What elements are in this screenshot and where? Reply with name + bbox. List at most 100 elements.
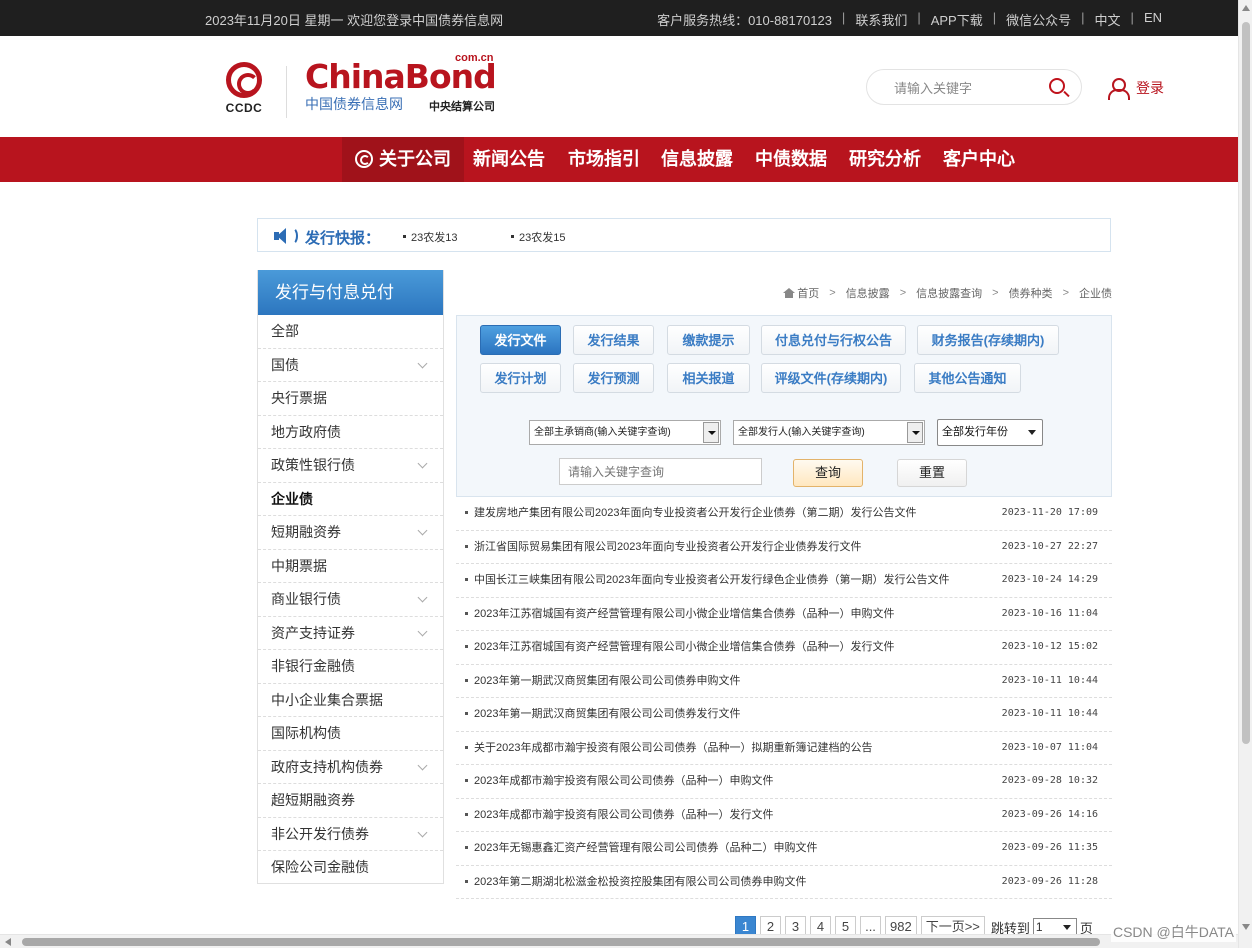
- sidebar-item-super-short[interactable]: 超短期融资券: [258, 784, 443, 818]
- document-list: 建发房地产集团有限公司2023年面向专业投资者公开发行企业债券（第二期）发行公告…: [456, 497, 1112, 899]
- chinabond-logo[interactable]: ChinaBond com.cn 中国债券信息网 中央结算公司: [305, 52, 510, 118]
- nav-about-label: 关于公司: [379, 149, 451, 169]
- horizontal-scrollbar[interactable]: [0, 934, 1238, 948]
- chevron-down-icon: [417, 827, 428, 837]
- nav-research[interactable]: 研究分析: [849, 137, 921, 182]
- scroll-thumb[interactable]: [22, 938, 1100, 946]
- tab-issue-forecast[interactable]: 发行预测: [573, 363, 654, 393]
- sidebar-item-enterprise[interactable]: 企业债: [258, 483, 443, 516]
- list-item[interactable]: 2023年江苏宿城国有资产经营管理有限公司小微企业增信集合债券（品种一）发行文件…: [456, 631, 1112, 665]
- lang-zh-link[interactable]: 中文: [1095, 10, 1121, 29]
- login-label: 登录: [1136, 80, 1164, 96]
- ccdc-logo-text: CCDC: [225, 101, 263, 115]
- nav-market-guide[interactable]: 市场指引: [568, 137, 640, 182]
- chevron-down-icon: [417, 525, 428, 536]
- list-item[interactable]: 关于2023年成都市瀚宇投资有限公司公司债券（品种一）拟期重新簿记建档的公告 20…: [456, 732, 1112, 765]
- scroll-down-icon[interactable]: [1242, 924, 1250, 930]
- nav-data[interactable]: 中债数据: [755, 137, 827, 182]
- issue-ticker: 发行快报： 23农发13 23农发15: [257, 218, 1111, 252]
- tab-payment-notice[interactable]: 缴款提示: [667, 325, 750, 355]
- user-icon: [1108, 78, 1130, 100]
- breadcrumb-item[interactable]: 信息披露: [846, 285, 890, 301]
- sidebar-item-abs[interactable]: 资产支持证券: [258, 617, 443, 650]
- breadcrumb-item[interactable]: 债券种类: [1009, 285, 1053, 301]
- nav-news[interactable]: 新闻公告: [473, 137, 545, 182]
- chevron-down-icon: [417, 626, 428, 636]
- date-welcome-text: 2023年11月20日 星期一 欢迎您登录中国债券信息网: [205, 13, 504, 28]
- ticker-item[interactable]: 23农发15: [511, 229, 565, 245]
- app-download-link[interactable]: APP下载: [931, 10, 983, 29]
- scroll-left-icon[interactable]: [5, 938, 11, 946]
- top-links: 客户服务热线：010-88170123 | 联系我们 | APP下载 | 微信公众号 |…: [657, 10, 1162, 29]
- nav-customer[interactable]: 客户中心: [943, 137, 1015, 182]
- sidebar-item-insurance[interactable]: 保险公司金融债: [258, 851, 443, 885]
- tab-other-notices[interactable]: 其他公告通知: [914, 363, 1021, 393]
- vertical-scrollbar[interactable]: [1238, 0, 1252, 948]
- chevron-down-icon: [417, 760, 428, 770]
- main-nav: 关于公司 新闻公告 市场指引 信息披露 中债数据 研究分析 客户中心: [0, 137, 1252, 182]
- sidebar-item-mtn[interactable]: 中期票据: [258, 550, 443, 583]
- list-item[interactable]: 浙江省国际贸易集团有限公司2023年面向专业投资者公开发行企业债券发行文件 202…: [456, 531, 1112, 564]
- sidebar-item-all[interactable]: 全部: [258, 315, 443, 349]
- chevron-down-icon: [417, 592, 428, 603]
- chinabond-logo-cn: 中国债券信息网: [305, 96, 403, 112]
- chevron-down-icon: [417, 458, 428, 469]
- tab-financial-reports[interactable]: 财务报告(存续期内): [917, 325, 1059, 355]
- nav-about[interactable]: 关于公司: [342, 137, 464, 182]
- sidebar-item-policy-bank[interactable]: 政策性银行债: [258, 449, 443, 483]
- sidebar-item-short-term[interactable]: 短期融资券: [258, 516, 443, 550]
- sidebar-item-local-gov[interactable]: 地方政府债: [258, 416, 443, 449]
- issuer-select[interactable]: 全部发行人(输入关键字查询): [733, 420, 925, 445]
- query-button[interactable]: 查询: [793, 459, 863, 487]
- search-input[interactable]: [894, 79, 1034, 97]
- list-item[interactable]: 2023年江苏宿城国有资产经营管理有限公司小微企业增信集合债券（品种一）申购文件…: [456, 598, 1112, 631]
- list-item[interactable]: 建发房地产集团有限公司2023年面向专业投资者公开发行企业债券（第二期）发行公告…: [456, 497, 1112, 531]
- scroll-thumb[interactable]: [1242, 22, 1250, 744]
- list-item[interactable]: 2023年成都市瀚宇投资有限公司公司债券（品种一）发行文件 2023-09-26 …: [456, 799, 1112, 832]
- list-item[interactable]: 2023年无锡惠鑫汇资产经营管理有限公司公司债券（品种二）申购文件 2023-09…: [456, 832, 1112, 866]
- tab-issue-docs[interactable]: 发行文件: [480, 325, 561, 355]
- speaker-wave-icon: [286, 227, 298, 245]
- tab-issue-results[interactable]: 发行结果: [573, 325, 654, 355]
- site-header: CCDC ChinaBond com.cn 中国债券信息网 中央结算公司 登录: [0, 36, 1252, 136]
- tab-rating-docs[interactable]: 评级文件(存续期内): [761, 363, 901, 393]
- breadcrumb-current: 企业债: [1079, 288, 1112, 300]
- sidebar-item-commercial-bank[interactable]: 商业银行债: [258, 583, 443, 617]
- breadcrumb-home[interactable]: 首页: [797, 285, 819, 301]
- underwriter-select[interactable]: 全部主承销商(输入关键字查询): [529, 420, 721, 445]
- sidebar-item-private[interactable]: 非公开发行债券: [258, 818, 443, 851]
- ticker-item[interactable]: 23农发13: [403, 229, 457, 245]
- ticker-label: 发行快报：: [305, 230, 381, 247]
- sidebar-item-gov-agency[interactable]: 政府支持机构债券: [258, 751, 443, 784]
- list-item[interactable]: 2023年成都市瀚宇投资有限公司公司债券（品种一）申购文件 2023-09-28 …: [456, 765, 1112, 799]
- scroll-up-icon[interactable]: [1242, 5, 1250, 11]
- sidebar-item-central-bank-bills[interactable]: 央行票据: [258, 382, 443, 416]
- keyword-input[interactable]: [559, 458, 762, 485]
- contact-link[interactable]: 联系我们: [855, 10, 907, 29]
- breadcrumb-item[interactable]: 信息披露查询: [916, 285, 982, 301]
- list-item[interactable]: 2023年第二期湖北松滋金松投资控股集团有限公司公司债券申购文件 2023-09-…: [456, 866, 1112, 899]
- reset-button[interactable]: 重置: [897, 459, 967, 487]
- tab-related-reports[interactable]: 相关报道: [667, 363, 750, 393]
- tab-interest-redemption[interactable]: 付息兑付与行权公告: [761, 325, 906, 355]
- nav-disclosure[interactable]: 信息披露: [661, 137, 733, 182]
- sidebar-item-sme[interactable]: 中小企业集合票据: [258, 684, 443, 717]
- tab-issue-plan[interactable]: 发行计划: [480, 363, 561, 393]
- ccdc-logo[interactable]: CCDC: [222, 62, 266, 115]
- year-select[interactable]: 全部发行年份: [937, 419, 1043, 446]
- lang-en-link[interactable]: EN: [1144, 10, 1162, 29]
- sidebar-item-treasury[interactable]: 国债: [258, 349, 443, 382]
- list-item[interactable]: 2023年第一期武汉商贸集团有限公司公司债券发行文件 2023-10-11 10:…: [456, 698, 1112, 732]
- list-item[interactable]: 中国长江三峡集团有限公司2023年面向专业投资者公开发行绿色企业债券（第一期）发…: [456, 564, 1112, 598]
- company-logo-icon: [355, 150, 373, 168]
- site-search: [866, 69, 1082, 105]
- login-button[interactable]: 登录: [1108, 78, 1164, 100]
- sidebar-item-nonbank[interactable]: 非银行金融债: [258, 650, 443, 684]
- search-icon[interactable]: [1049, 78, 1065, 94]
- list-item[interactable]: 2023年第一期武汉商贸集团有限公司公司债券申购文件 2023-10-11 10:…: [456, 665, 1112, 698]
- dropdown-arrow-icon: [907, 422, 923, 443]
- sidebar-item-intl[interactable]: 国际机构债: [258, 717, 443, 751]
- ccdc-logo-icon: [226, 62, 262, 98]
- wechat-link[interactable]: 微信公众号: [1006, 10, 1071, 29]
- home-icon: [783, 288, 796, 298]
